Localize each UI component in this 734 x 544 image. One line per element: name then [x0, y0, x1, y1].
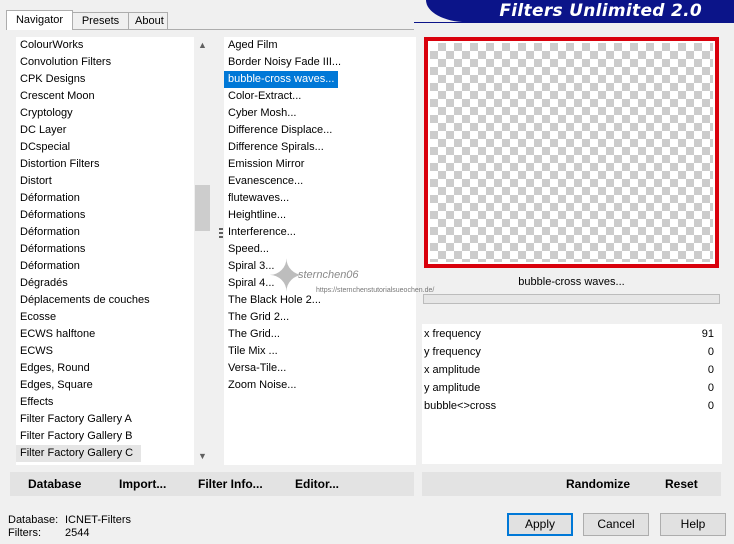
category-item[interactable]: Crescent Moon — [16, 88, 194, 105]
scroll-thumb[interactable] — [195, 185, 210, 231]
splitter-grip-icon[interactable] — [219, 228, 223, 240]
category-item[interactable]: DC Layer — [16, 122, 194, 139]
category-item[interactable]: Ecosse — [16, 309, 194, 326]
filter-item[interactable]: Zoom Noise... — [224, 377, 416, 394]
cancel-button[interactable]: Cancel — [583, 513, 649, 536]
param-name: y amplitude — [424, 382, 481, 394]
category-item[interactable]: Filter Factory Gallery A — [16, 411, 194, 428]
category-item[interactable]: Déformation — [16, 224, 194, 241]
reset-button[interactable]: Reset — [665, 472, 698, 496]
category-item[interactable]: ColourWorks — [16, 37, 194, 54]
filter-item[interactable]: flutewaves... — [224, 190, 416, 207]
scroll-up-icon[interactable]: ▲ — [194, 37, 211, 54]
parameter-panel: x frequency 91 y frequency 0 x amplitude… — [422, 324, 722, 464]
left-button-bar: Database Import... Filter Info... Editor… — [10, 472, 414, 496]
category-item[interactable]: Distort — [16, 173, 194, 190]
status-database: Database: ICNET-Filters — [8, 514, 148, 527]
param-value[interactable]: 0 — [708, 397, 714, 415]
filter-item[interactable]: Interference... — [224, 224, 416, 241]
filter-item[interactable]: Color-Extract... — [224, 88, 416, 105]
filter-item[interactable]: The Grid... — [224, 326, 416, 343]
filter-item[interactable]: Difference Displace... — [224, 122, 416, 139]
tab-about[interactable]: About — [128, 12, 168, 29]
param-value[interactable]: 91 — [702, 325, 714, 343]
param-name: bubble<>cross — [424, 400, 497, 412]
filter-item[interactable]: Border Noisy Fade III... — [224, 54, 416, 71]
preview-filter-name: bubble-cross waves... — [518, 276, 625, 288]
category-item[interactable]: Déformation — [16, 190, 194, 207]
param-row[interactable]: x amplitude 0 — [422, 361, 720, 379]
help-button[interactable]: Help — [660, 513, 726, 536]
category-item[interactable]: Déformation — [16, 258, 194, 275]
preview-frame[interactable] — [424, 37, 719, 268]
right-button-bar: Randomize Reset — [422, 472, 721, 496]
import-button[interactable]: Import... — [119, 472, 166, 496]
category-item[interactable]: DCspecial — [16, 139, 194, 156]
filter-item[interactable]: Evanescence... — [224, 173, 416, 190]
category-item[interactable]: ECWS — [16, 343, 194, 360]
param-value[interactable]: 0 — [708, 361, 714, 379]
category-item[interactable]: Filter Factory Gallery B — [16, 428, 194, 445]
filter-item[interactable]: Difference Spirals... — [224, 139, 416, 156]
randomize-button[interactable]: Randomize — [566, 472, 630, 496]
filter-item[interactable]: Spiral 3... — [224, 258, 416, 275]
category-scrollbar[interactable]: ▲ ▼ — [194, 37, 211, 465]
category-item-selected[interactable]: Filter Factory Gallery C — [16, 445, 142, 462]
tab-presets[interactable]: Presets — [72, 12, 129, 29]
category-item[interactable]: Edges, Round — [16, 360, 194, 377]
param-row[interactable]: y frequency 0 — [422, 343, 720, 361]
filter-list[interactable]: Aged Film Border Noisy Fade III... bubbl… — [224, 37, 416, 465]
filter-item[interactable]: Spiral 4... — [224, 275, 416, 292]
category-item[interactable]: Convolution Filters — [16, 54, 194, 71]
category-list[interactable]: ColourWorks Convolution Filters CPK Desi… — [16, 37, 194, 465]
param-name: x frequency — [424, 328, 481, 340]
category-item[interactable]: Distortion Filters — [16, 156, 194, 173]
filter-item[interactable]: The Grid 2... — [224, 309, 416, 326]
filter-info-button[interactable]: Filter Info... — [198, 472, 263, 496]
category-item[interactable]: Déformations — [16, 207, 194, 224]
filter-item[interactable]: Cyber Mosh... — [224, 105, 416, 122]
category-item[interactable]: Déplacements de couches — [16, 292, 194, 309]
param-value[interactable]: 0 — [708, 379, 714, 397]
app-banner-title: Filters Unlimited 2.0 — [426, 0, 734, 22]
progress-bar — [423, 294, 720, 304]
param-row[interactable]: bubble<>cross 0 — [422, 397, 720, 415]
database-button[interactable]: Database — [28, 472, 81, 496]
status-filters: Filters: 2544 — [8, 527, 148, 540]
category-item[interactable]: CPK Designs — [16, 71, 194, 88]
filter-item[interactable]: Heightline... — [224, 207, 416, 224]
category-item[interactable]: Cryptology — [16, 105, 194, 122]
scroll-down-icon[interactable]: ▼ — [194, 448, 211, 465]
filter-item-selected[interactable]: bubble-cross waves... — [224, 71, 339, 88]
preview-canvas — [428, 41, 715, 264]
filter-item[interactable]: Aged Film — [224, 37, 416, 54]
category-item[interactable]: ECWS halftone — [16, 326, 194, 343]
editor-button[interactable]: Editor... — [295, 472, 339, 496]
apply-button[interactable]: Apply — [507, 513, 573, 536]
filter-item[interactable]: Tile Mix ... — [224, 343, 416, 360]
database-value: ICNET-Filters — [65, 514, 131, 526]
filter-item[interactable]: Emission Mirror — [224, 156, 416, 173]
category-item[interactable]: Edges, Square — [16, 377, 194, 394]
param-value[interactable]: 0 — [708, 343, 714, 361]
param-row[interactable]: x frequency 91 — [422, 325, 720, 343]
filter-item[interactable]: Speed... — [224, 241, 416, 258]
filters-label: Filters: — [8, 527, 41, 539]
param-row[interactable]: y amplitude 0 — [422, 379, 720, 397]
category-item[interactable]: Dégradés — [16, 275, 194, 292]
category-item[interactable]: Déformations — [16, 241, 194, 258]
filter-item[interactable]: The Black Hole 2... — [224, 292, 416, 309]
param-name: x amplitude — [424, 364, 481, 376]
tab-navigator[interactable]: Navigator — [6, 10, 73, 30]
filter-item[interactable]: Versa-Tile... — [224, 360, 416, 377]
filters-count: 2544 — [65, 527, 90, 539]
param-name: y frequency — [424, 346, 481, 358]
category-item[interactable]: Effects — [16, 394, 194, 411]
banner-divider — [414, 22, 734, 23]
database-label: Database: — [8, 514, 59, 526]
